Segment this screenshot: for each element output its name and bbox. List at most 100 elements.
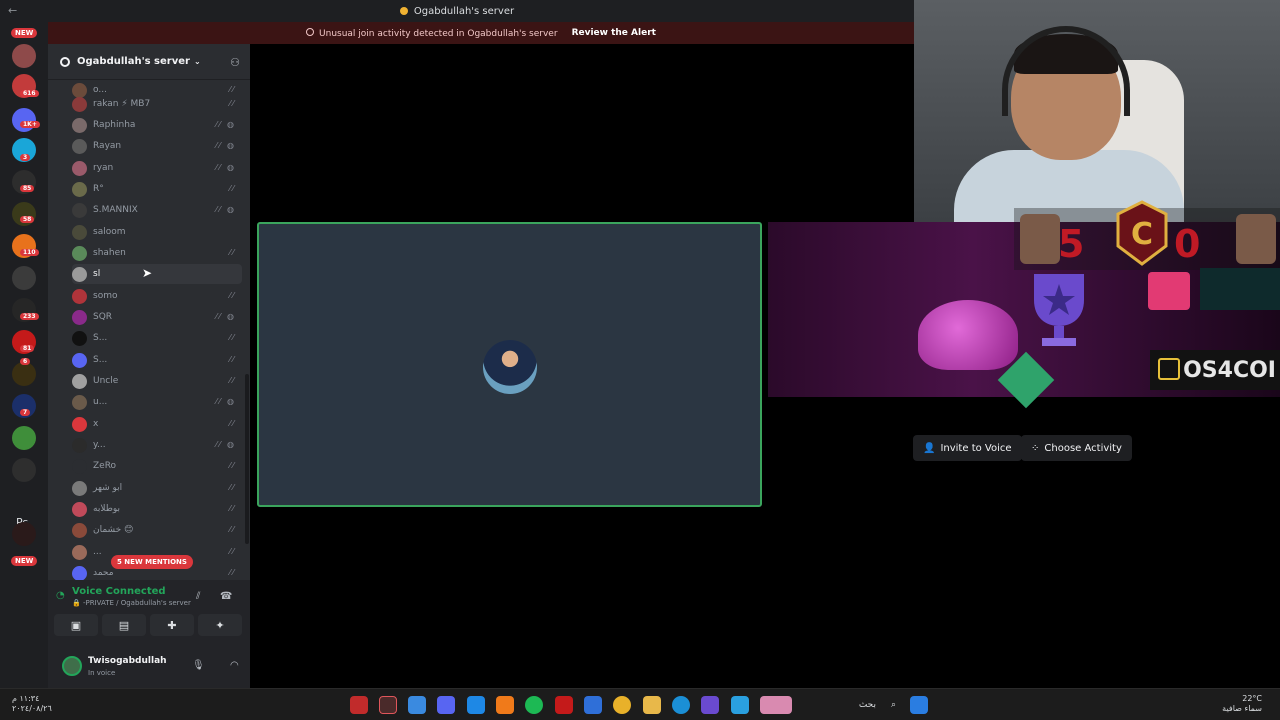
taskbar-app-icon[interactable] (496, 696, 514, 714)
start-icon[interactable] (910, 696, 928, 714)
avatar (72, 202, 87, 218)
store-icon[interactable] (584, 696, 602, 714)
server-header[interactable]: Ogabdullah's server ⌄ ⚇ (48, 44, 250, 80)
member-row[interactable]: Raphinha ⁄⁄ ◍ (72, 115, 242, 135)
camera-off-button[interactable]: ▣ (54, 614, 98, 636)
member-row[interactable]: sl (72, 264, 242, 284)
member-row[interactable]: S... ⁄⁄ (72, 350, 242, 370)
member-row[interactable]: somo ⁄⁄ (72, 286, 242, 306)
taskbar-app-icon[interactable] (731, 696, 749, 714)
member-name: بوطلابه (93, 504, 121, 514)
member-name: ... (93, 547, 102, 557)
avatar (72, 480, 87, 496)
mute-icon: ⁄⁄ (229, 504, 236, 513)
voice-channel[interactable]: 🔒 -PRIVATE / Ogabdullah's server (72, 599, 191, 607)
deafen-icon: ⁄⁄ ◍ (215, 440, 236, 449)
back-icon[interactable]: ← (8, 4, 17, 17)
server-icon-8[interactable] (12, 266, 36, 290)
weather-desc: سماء صافية (1222, 704, 1262, 713)
member-row[interactable]: S... ⁄⁄ (72, 328, 242, 348)
crest-icon: C (1116, 200, 1168, 266)
widget-icon[interactable] (760, 696, 792, 714)
microphone-icon[interactable]: 🎙 (192, 660, 205, 671)
signal-icon[interactable]: ◔ (56, 590, 65, 601)
search-box[interactable]: بحث ⌕ (800, 696, 900, 714)
headphones-icon[interactable]: ◠ (230, 660, 239, 671)
member-row[interactable]: u... ⁄⁄ ◍ (72, 392, 242, 412)
webcam-overlay (914, 0, 1280, 222)
folder-icon[interactable] (643, 696, 661, 714)
member-row[interactable]: shahen ⁄⁄ (72, 243, 242, 263)
member-name: sl (93, 269, 101, 279)
member-row[interactable]: بوطلابه ⁄⁄ (72, 499, 242, 519)
member-row[interactable]: rakan ⚡ MB7 ⁄⁄ (72, 94, 242, 114)
disconnect-icon[interactable]: ☎ (220, 591, 232, 602)
new-badge-bottom: NEW (11, 556, 38, 566)
member-row[interactable]: ryan ⁄⁄ ◍ (72, 158, 242, 178)
member-row[interactable]: ابو شهر ⁄⁄ (72, 478, 242, 498)
avatar (72, 544, 87, 560)
member-row[interactable]: Rayan ⁄⁄ ◍ (72, 136, 242, 156)
choose-activity-button[interactable]: ⁘ Choose Activity (1021, 435, 1132, 461)
member-name: Raphinha (93, 120, 136, 130)
participant-tile[interactable] (257, 222, 762, 507)
server-icon-3[interactable] (12, 108, 36, 132)
server-badge-9: 6 (20, 358, 31, 365)
server-icon-14[interactable] (12, 458, 36, 482)
server-badge-7: 233 (20, 313, 39, 320)
member-row[interactable]: خشمان 😊 ⁄⁄ (72, 520, 242, 540)
warning-icon (306, 27, 315, 36)
avatar[interactable] (62, 656, 82, 676)
screen-share-button[interactable]: ▤ (102, 614, 146, 636)
user-status: In voice (88, 669, 116, 677)
mute-icon: ⁄⁄ (229, 419, 236, 428)
user-name[interactable]: Twisogabdullah (88, 656, 167, 666)
spotify-icon[interactable] (525, 696, 543, 714)
noise-suppression-icon[interactable]: ⫽ (196, 591, 200, 602)
avatar (72, 96, 87, 112)
teams-icon[interactable] (701, 696, 719, 714)
activity-button[interactable]: ✚ (150, 614, 194, 636)
taskbar-app-icon[interactable] (379, 696, 397, 714)
taskbar-app-icon[interactable] (350, 696, 368, 714)
member-row[interactable]: Uncle ⁄⁄ (72, 371, 242, 391)
server-icon-15[interactable] (12, 522, 36, 546)
add-member-icon[interactable]: ⚇ (230, 56, 240, 69)
taskbar-app-icon[interactable] (467, 696, 485, 714)
member-row[interactable]: S.MANNIX ⁄⁄ ◍ (72, 200, 242, 220)
member-list-scrollbar[interactable] (245, 374, 249, 544)
chrome-icon[interactable] (613, 696, 631, 714)
avatar (72, 565, 87, 580)
taskbar-app-icon[interactable] (408, 696, 426, 714)
server-rail: NEW 616 1K+ 3 85 58 110 233 81 6 7 Ps NE… (0, 22, 48, 688)
mute-icon: ⁄⁄ (229, 291, 236, 300)
member-name: محمد (93, 568, 114, 578)
taskbar-app-icon[interactable] (555, 696, 573, 714)
alert-message-text: Unusual join activity detected in Ogabdu… (319, 28, 558, 39)
mute-icon: ⁄⁄ (229, 568, 236, 577)
member-row[interactable]: saloom (72, 222, 242, 242)
member-row[interactable]: ZeRo ⁄⁄ (72, 456, 242, 476)
member-row[interactable]: SQR ⁄⁄ ◍ (72, 307, 242, 327)
server-icon-11[interactable] (12, 362, 36, 386)
review-alert-button[interactable]: Review the Alert (572, 28, 656, 38)
soundboard-button[interactable]: ✦ (198, 614, 242, 636)
weather-widget[interactable]: 22°C سماء صافية (1222, 694, 1262, 714)
member-row[interactable]: R° ⁄⁄ (72, 179, 242, 199)
tray-clock[interactable]: ١١:٣٤ م ٢٠٢٤/٠٨/٢٦ (12, 694, 52, 714)
member-row[interactable]: y... ⁄⁄ ◍ (72, 435, 242, 455)
server-icon-1[interactable] (12, 44, 36, 68)
server-icon-13[interactable] (12, 426, 36, 450)
invite-to-voice-button[interactable]: 👤 Invite to Voice (913, 435, 1022, 461)
edge-icon[interactable] (672, 696, 690, 714)
member-name: ryan (93, 163, 114, 173)
server-badge-10: 7 (20, 409, 31, 416)
member-row[interactable]: x ⁄⁄ (72, 414, 242, 434)
new-mentions-pill[interactable]: 5 NEW MENTIONS (111, 555, 193, 569)
voice-panel: ◔ Voice Connected 🔒 -PRIVATE / Ogabdulla… (48, 580, 274, 688)
voice-status[interactable]: Voice Connected (72, 586, 166, 597)
crest-letter: C (1131, 217, 1153, 252)
score-right: 0 (1174, 222, 1201, 266)
discord-icon[interactable] (437, 696, 455, 714)
member-name: shahen (93, 248, 126, 258)
